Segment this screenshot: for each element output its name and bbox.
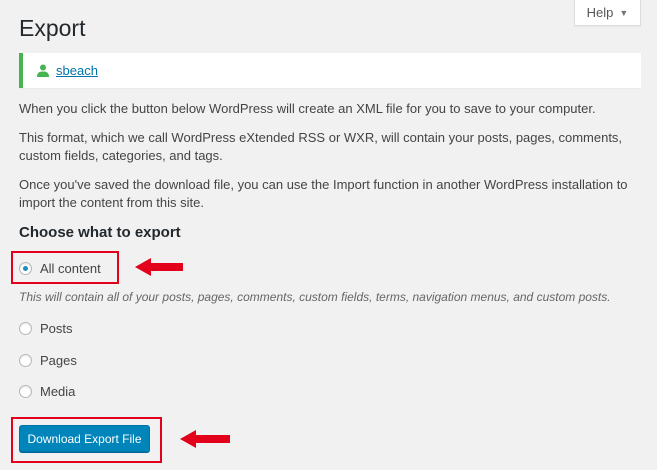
- radio-posts[interactable]: Posts: [19, 321, 73, 336]
- highlight-box-all-content: [11, 251, 119, 284]
- radio-label-posts: Posts: [40, 321, 73, 336]
- intro-paragraph-1: When you click the button below WordPres…: [19, 101, 596, 116]
- caret-down-icon: ▼: [619, 7, 629, 18]
- intro-paragraph-2: This format, which we call WordPress eXt…: [19, 130, 623, 163]
- export-page: Help ▼ Export sbeach When you click the …: [0, 0, 657, 470]
- radio-media[interactable]: Media: [19, 384, 75, 399]
- username-link[interactable]: sbeach: [56, 63, 98, 78]
- radio-button-posts[interactable]: [19, 322, 32, 335]
- intro-paragraph-3: Once you've saved the download file, you…: [19, 177, 628, 210]
- choose-export-heading: Choose what to export: [19, 224, 181, 241]
- arrow-left-icon: [135, 258, 183, 276]
- radio-label-pages: Pages: [40, 353, 77, 368]
- radio-pages[interactable]: Pages: [19, 353, 77, 368]
- radio-button-pages[interactable]: [19, 354, 32, 367]
- radio-button-media[interactable]: [19, 385, 32, 398]
- user-notice: sbeach: [19, 53, 641, 88]
- help-tab[interactable]: Help ▼: [574, 0, 641, 26]
- arrow-left-icon: [180, 430, 230, 448]
- user-icon: [37, 64, 49, 77]
- all-content-description: This will contain all of your posts, pag…: [19, 290, 611, 304]
- highlight-box-download-button: [11, 417, 162, 463]
- help-label: Help: [586, 5, 614, 20]
- page-title: Export: [19, 15, 86, 41]
- radio-label-media: Media: [40, 384, 76, 399]
